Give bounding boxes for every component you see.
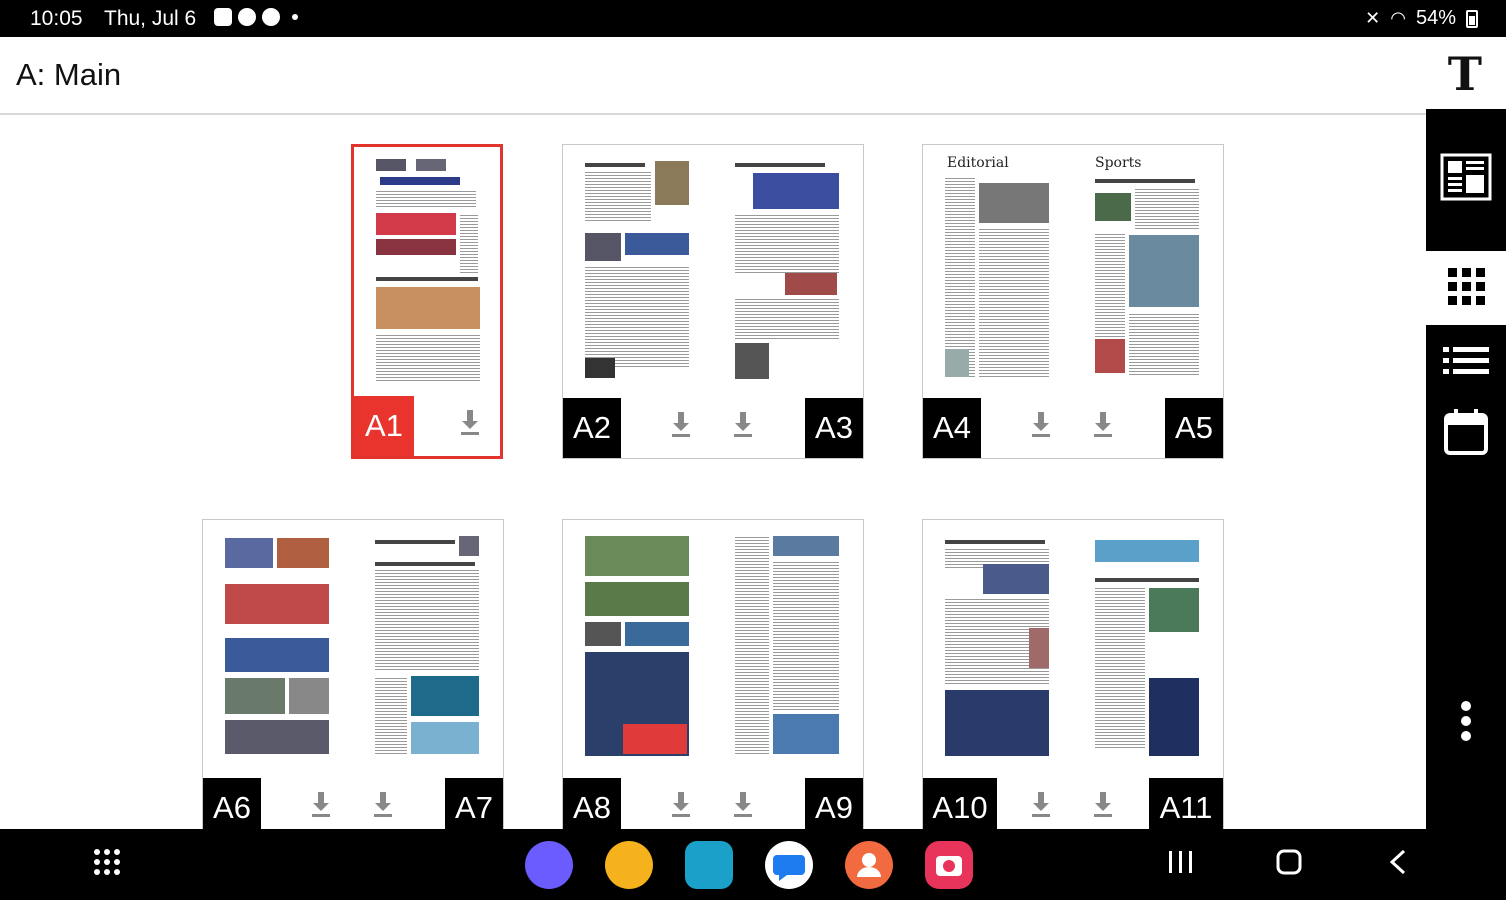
download-icon[interactable] [309,790,333,818]
messages-icon[interactable] [765,841,813,889]
app-header: A: Main T [0,37,1506,115]
grid-view-icon [1446,266,1486,311]
download-icon[interactable] [669,410,693,438]
camera-icon[interactable] [925,841,973,889]
status-time: 10:05 [30,7,83,30]
page-label-a10: A10 [923,778,997,829]
page-label-a2: A2 [563,398,621,458]
download-icon[interactable] [1091,410,1115,438]
view-toolbar [1426,109,1506,829]
page-grid: A1 A2 A3 Editorial Sports A4 A5 A6 A7 A8… [0,116,1426,829]
wifi-icon: ◠ [1390,8,1406,28]
download-icon[interactable] [731,790,755,818]
more-notifications-icon [292,14,298,20]
more-options-button[interactable] [1426,695,1506,751]
app-drawer-icon[interactable] [92,847,122,885]
page-label-a9: A9 [805,778,863,829]
page-view-button[interactable] [1426,109,1506,249]
page-image-right [1093,528,1203,760]
page-image-right [733,528,843,760]
page-image-right [733,153,843,385]
notification-icons [214,8,298,26]
page-header-editorial: Editorial [947,155,1009,171]
battery-percent: 54% [1415,7,1456,29]
page-image-right: Sports [1093,153,1203,385]
files-icon[interactable] [605,841,653,889]
recent-apps-icon[interactable] [1168,849,1194,883]
page-header-sports: Sports [1095,155,1142,171]
back-icon[interactable] [1388,849,1408,883]
sync-notification-icon [262,8,280,26]
internet-icon[interactable] [525,841,573,889]
download-icon[interactable] [669,790,693,818]
page-spread-a6-a7[interactable]: A6 A7 [202,519,504,829]
page-image-right [373,528,483,760]
text-size-button[interactable]: T [1448,47,1482,101]
chat-notification-icon [238,8,256,26]
list-view-button[interactable] [1426,335,1506,391]
system-nav-bar [0,829,1506,900]
download-icon[interactable] [1029,790,1053,818]
contacts-icon[interactable] [845,841,893,889]
status-date: Thu, Jul 6 [104,7,197,30]
page-label-a6: A6 [203,778,261,829]
page-spread-a10-a11[interactable]: A10 A11 [922,519,1224,829]
grid-view-button[interactable] [1426,251,1506,325]
home-icon[interactable] [1276,849,1302,883]
calendar-icon [1444,408,1488,460]
page-label-a11: A11 [1149,778,1223,829]
page-label-a5: A5 [1165,398,1223,458]
page-label-a1: A1 [354,396,414,456]
more-icon [1460,700,1472,746]
mute-icon: ✕ [1365,8,1381,28]
download-icon[interactable] [1091,790,1115,818]
page-thumbnail-a1[interactable]: A1 [351,144,503,459]
page-label-a7: A7 [445,778,503,829]
download-icon[interactable] [731,410,755,438]
download-icon[interactable] [458,408,482,436]
page-image [372,155,484,387]
page-label-a3: A3 [805,398,863,458]
calendar-button[interactable] [1426,401,1506,467]
battery-icon [1466,9,1478,28]
page-view-icon [1440,153,1492,206]
download-icon[interactable] [371,790,395,818]
store-icon[interactable] [685,841,733,889]
page-image-left [583,528,693,760]
list-view-icon [1443,346,1489,381]
page-spread-a4-a5[interactable]: Editorial Sports A4 A5 [922,144,1224,459]
section-title: A: Main [16,57,122,92]
page-image-left [223,528,333,760]
page-label-a8: A8 [563,778,621,829]
page-image-left [943,528,1053,760]
page-image-left [583,153,693,385]
download-icon[interactable] [1029,410,1053,438]
gallery-notification-icon [214,8,232,26]
page-spread-a8-a9[interactable]: A8 A9 [562,519,864,829]
status-bar: 10:05 Thu, Jul 6 ✕ ◠ 54% [0,0,1506,37]
page-spread-a2-a3[interactable]: A2 A3 [562,144,864,459]
page-label-a4: A4 [923,398,981,458]
page-image-left: Editorial [943,153,1053,385]
